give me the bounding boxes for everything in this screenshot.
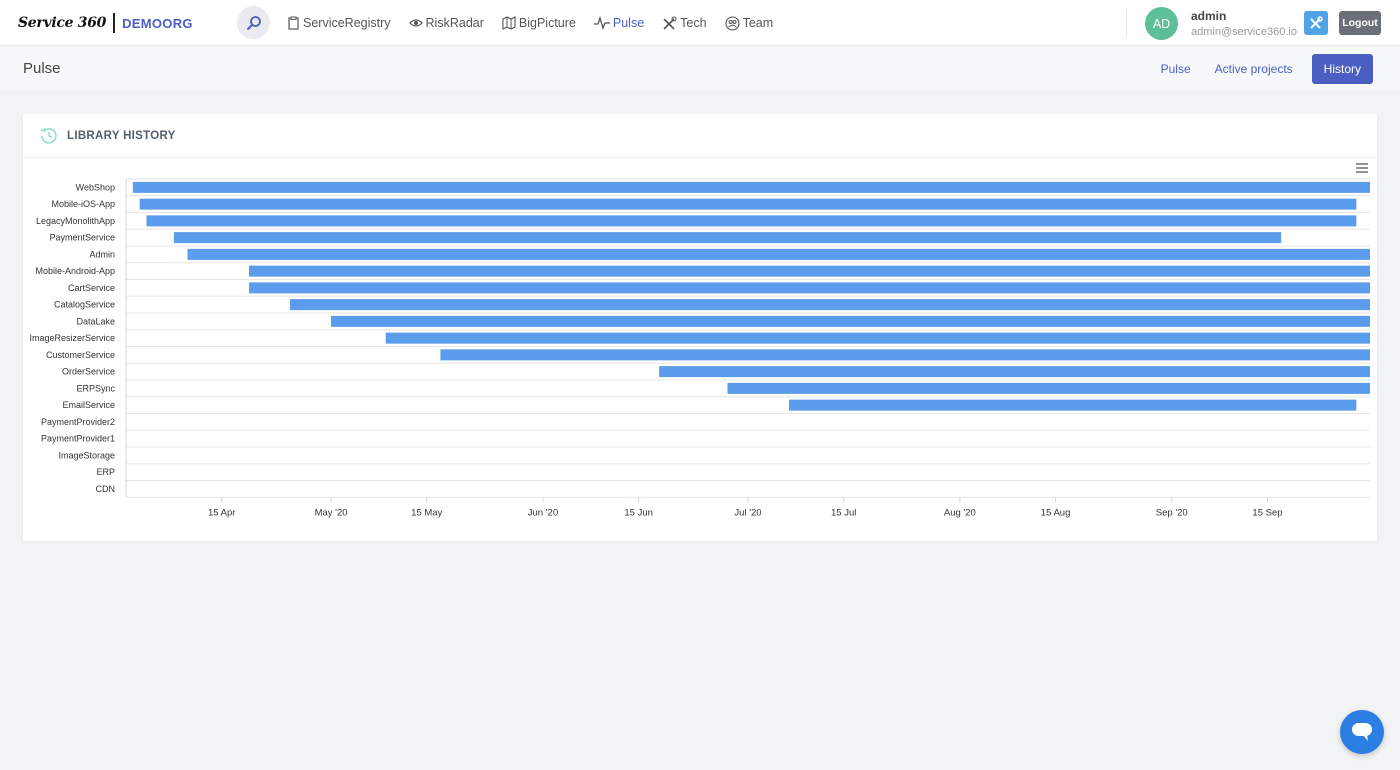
user-info[interactable]: admin admin@service360.io — [1191, 9, 1297, 38]
row-label: PaymentService — [49, 233, 115, 243]
tools-icon — [1310, 16, 1323, 29]
row-label: ERPSync — [76, 383, 115, 393]
x-tick-label: May '20 — [315, 507, 348, 518]
row-label: DataLake — [76, 316, 115, 326]
row-label: ImageStorage — [58, 450, 115, 460]
x-tick-label: 15 Apr — [208, 507, 235, 518]
x-tick-label: Sep '20 — [1156, 507, 1188, 518]
row-label: ImageResizerService — [29, 333, 115, 343]
search-icon — [246, 15, 261, 30]
x-tick-label: Aug '20 — [944, 507, 976, 518]
row-label: OrderService — [62, 367, 115, 377]
nav-team[interactable]: Team — [725, 15, 774, 31]
map-icon — [502, 16, 516, 30]
timeline-bar — [440, 349, 1370, 361]
row-label: LegacyMonolithApp — [36, 216, 115, 226]
x-tick-label: 15 Sep — [1252, 507, 1282, 518]
chat-button[interactable] — [1340, 710, 1384, 754]
row-label: ERP — [96, 467, 115, 477]
timeline-bar — [132, 181, 1370, 193]
chart-menu-icon[interactable] — [1355, 162, 1369, 174]
timeline-bar — [727, 382, 1370, 394]
row-label: CDN — [96, 484, 116, 494]
admin-tools-button[interactable] — [1304, 11, 1328, 35]
card-title: LIBRARY HISTORY — [67, 129, 176, 142]
row-label: PaymentProvider1 — [41, 434, 115, 444]
timeline-bar — [249, 282, 1371, 294]
nav-label: BigPicture — [518, 16, 576, 30]
page-header: Pulse Pulse Active projects History — [0, 46, 1400, 90]
timeline-bar — [659, 366, 1370, 378]
timeline-bar — [789, 399, 1357, 411]
history-icon — [40, 127, 57, 144]
row-label: CartService — [68, 283, 115, 293]
team-icon — [725, 15, 740, 31]
timeline-bar — [385, 332, 1370, 344]
row-label: Mobile-iOS-App — [51, 199, 115, 209]
nav-bigpicture[interactable]: BigPicture — [502, 16, 576, 30]
nav-label: Pulse — [612, 16, 645, 30]
x-tick-label: 15 May — [411, 507, 442, 518]
clipboard-icon — [287, 16, 300, 30]
row-label: EmailService — [62, 400, 115, 410]
user-email: admin@service360.io — [1191, 26, 1297, 38]
top-navbar: Service 360 DEMOORG ServiceRegistry Risk… — [0, 0, 1400, 46]
timeline-bar — [187, 248, 1370, 260]
pulse-subnav: Pulse Active projects History — [1137, 54, 1373, 84]
eye-icon — [408, 16, 423, 30]
logout-button[interactable]: Logout — [1339, 11, 1381, 35]
search-button[interactable] — [237, 6, 270, 39]
main-nav: ServiceRegistry RiskRadar BigPicture Pul… — [287, 0, 791, 46]
row-label: CatalogService — [54, 300, 115, 310]
nav-tech[interactable]: Tech — [662, 16, 707, 31]
row-label: CustomerService — [46, 350, 115, 360]
page-title: Pulse — [23, 60, 61, 77]
row-label: Mobile-Android-App — [35, 266, 115, 276]
subnav-history[interactable]: History — [1311, 54, 1373, 84]
nav-label: RiskRadar — [425, 16, 484, 30]
user-name: admin — [1191, 9, 1227, 23]
timeline-bar — [249, 265, 1371, 277]
row-label: WebShop — [76, 182, 115, 192]
nav-riskradar[interactable]: RiskRadar — [408, 16, 484, 30]
library-history-chart: WebShop Mobile-iOS-App LegacyMonolithApp Pa… — [29, 178, 1371, 518]
x-tick-label: 15 Aug — [1041, 507, 1071, 518]
chat-bubble-icon — [1352, 723, 1372, 741]
timeline-bar — [139, 198, 1357, 210]
brand-divider — [113, 13, 116, 33]
x-tick-label: Jul '20 — [734, 507, 761, 518]
row-label: PaymentProvider2 — [41, 417, 115, 427]
pulse-icon — [593, 16, 610, 30]
timeline-bar — [173, 232, 1282, 244]
row-label: Admin — [89, 249, 115, 259]
timeline-bar — [146, 215, 1357, 227]
card-header: LIBRARY HISTORY — [23, 114, 1377, 158]
tools-icon — [662, 16, 677, 31]
org-name[interactable]: DEMOORG — [122, 16, 193, 31]
x-tick-label: 15 Jul — [831, 507, 856, 518]
avatar[interactable]: AD — [1145, 7, 1178, 40]
timeline-bar — [290, 299, 1370, 311]
subnav-active-projects[interactable]: Active projects — [1215, 54, 1293, 84]
service360-logo[interactable]: Service 360 — [18, 15, 106, 31]
nav-pulse[interactable]: Pulse — [593, 16, 645, 30]
nav-label: Team — [742, 16, 774, 30]
x-tick-label: 15 Jun — [624, 507, 653, 518]
timeline-bar — [331, 315, 1370, 327]
nav-label: Tech — [680, 16, 707, 30]
nav-label: ServiceRegistry — [303, 16, 391, 30]
brand[interactable]: Service 360 DEMOORG — [18, 12, 193, 34]
nav-serviceregistry[interactable]: ServiceRegistry — [287, 16, 391, 30]
navbar-divider — [1126, 9, 1127, 37]
library-history-card: LIBRARY HISTORY WebShop Mobile-iOS-App Leg… — [23, 114, 1377, 541]
subnav-pulse[interactable]: Pulse — [1161, 54, 1191, 84]
x-tick-label: Jun '20 — [528, 507, 558, 518]
